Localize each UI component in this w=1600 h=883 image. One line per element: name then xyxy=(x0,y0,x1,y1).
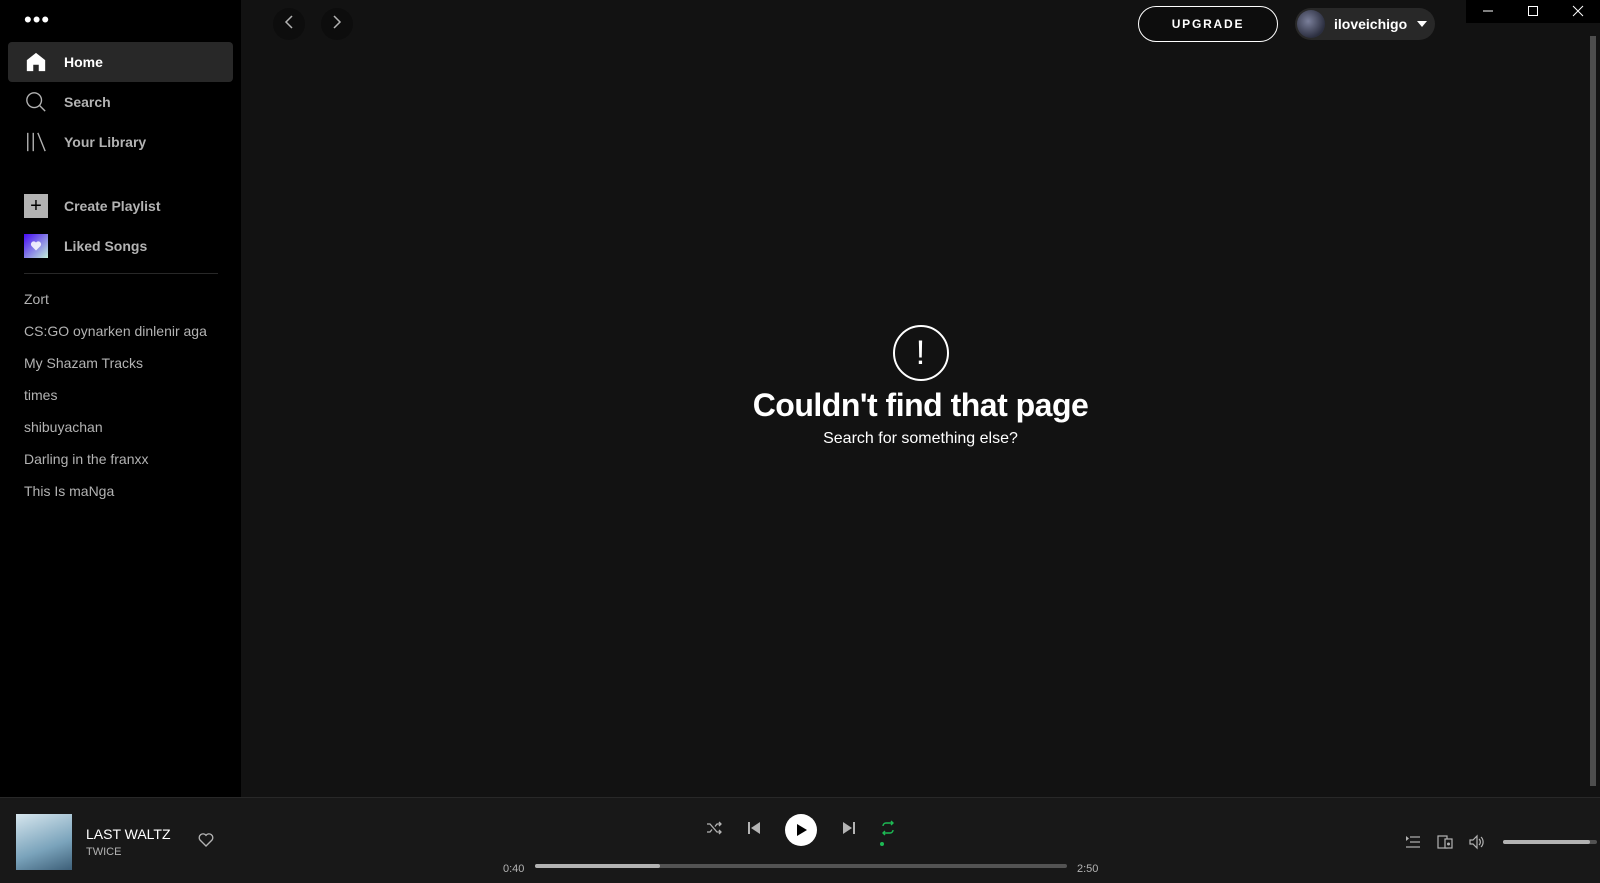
avatar xyxy=(1297,10,1325,38)
forward-button[interactable] xyxy=(321,8,353,40)
username: iloveichigo xyxy=(1334,16,1408,32)
chevron-left-icon xyxy=(281,14,297,35)
action-label: Liked Songs xyxy=(64,238,148,254)
error-panel: ! Couldn't find that page Search for som… xyxy=(241,325,1600,448)
main-nav: Home Search Your Library xyxy=(8,42,233,162)
progress-bar[interactable] xyxy=(535,864,1067,868)
close-icon[interactable] xyxy=(1572,4,1584,20)
volume-fill xyxy=(1503,840,1591,844)
plus-icon: + xyxy=(24,194,48,218)
repeat-icon[interactable] xyxy=(880,820,896,841)
heart-icon xyxy=(24,234,48,258)
error-subtitle: Search for something else? xyxy=(823,430,1018,447)
maximize-icon[interactable] xyxy=(1527,4,1539,20)
next-icon[interactable] xyxy=(841,820,857,841)
minimize-icon[interactable] xyxy=(1482,4,1494,20)
playlist-item[interactable]: Darling in the franxx xyxy=(24,448,224,480)
chevron-right-icon xyxy=(329,14,345,35)
nav-item-label: Home xyxy=(64,54,103,70)
sidebar-actions: + Create Playlist Liked Songs xyxy=(8,186,233,266)
volume-slider[interactable] xyxy=(1503,840,1597,844)
queue-icon[interactable] xyxy=(1405,834,1421,850)
back-button[interactable] xyxy=(273,8,305,40)
previous-icon[interactable] xyxy=(746,820,762,841)
user-menu-button[interactable]: iloveichigo xyxy=(1295,8,1435,40)
repeat-active-indicator xyxy=(880,842,884,846)
playlist-list: Zort CS:GO oynarken dinlenir aga My Shaz… xyxy=(24,288,224,512)
extra-controls xyxy=(1405,834,1597,850)
library-icon xyxy=(24,130,48,154)
create-playlist-button[interactable]: + Create Playlist xyxy=(8,186,233,226)
action-label: Create Playlist xyxy=(64,198,161,214)
devices-icon[interactable] xyxy=(1437,834,1453,850)
nav-item-home[interactable]: Home xyxy=(8,42,233,82)
shuffle-icon[interactable] xyxy=(706,820,722,841)
play-button[interactable] xyxy=(785,814,817,846)
upgrade-button[interactable]: UPGRADE xyxy=(1138,6,1278,42)
nav-item-label: Your Library xyxy=(64,134,147,150)
home-icon xyxy=(24,50,48,74)
playlist-item[interactable]: Zort xyxy=(24,288,224,320)
sidebar-divider xyxy=(24,273,218,274)
liked-songs-button[interactable]: Liked Songs xyxy=(8,226,233,266)
nav-item-label: Search xyxy=(64,94,111,110)
caret-down-icon xyxy=(1417,21,1428,27)
now-playing-bar: LAST WALTZ TWICE 0:40 2:50 xyxy=(0,797,1600,883)
alert-icon: ! xyxy=(892,325,949,381)
main-view: UPGRADE iloveichigo ! Couldn't find that… xyxy=(241,0,1600,797)
playback-controls xyxy=(706,814,896,846)
sidebar: ••• Home Search Your Library + Create Pl… xyxy=(0,0,241,797)
playlist-item[interactable]: times xyxy=(24,384,224,416)
track-artist[interactable]: TWICE xyxy=(86,846,121,858)
menu-dots-button[interactable]: ••• xyxy=(24,9,50,32)
window-controls xyxy=(1466,0,1600,23)
playlist-item[interactable]: CS:GO oynarken dinlenir aga xyxy=(24,320,224,352)
playlist-item[interactable]: My Shazam Tracks xyxy=(24,352,224,384)
volume-icon[interactable] xyxy=(1469,834,1485,850)
elapsed-time: 0:40 xyxy=(503,863,525,875)
error-title: Couldn't find that page xyxy=(752,387,1089,423)
play-icon xyxy=(797,824,807,836)
track-title[interactable]: LAST WALTZ xyxy=(86,826,171,842)
total-time: 2:50 xyxy=(1077,863,1099,875)
nav-item-search[interactable]: Search xyxy=(8,82,233,122)
search-icon xyxy=(24,90,48,114)
playlist-item[interactable]: This Is maNga xyxy=(24,480,224,512)
nav-item-library[interactable]: Your Library xyxy=(8,122,233,162)
album-cover[interactable] xyxy=(16,814,72,870)
heart-icon[interactable] xyxy=(198,832,214,853)
progress-fill xyxy=(535,864,661,868)
playlist-item[interactable]: shibuyachan xyxy=(24,416,224,448)
